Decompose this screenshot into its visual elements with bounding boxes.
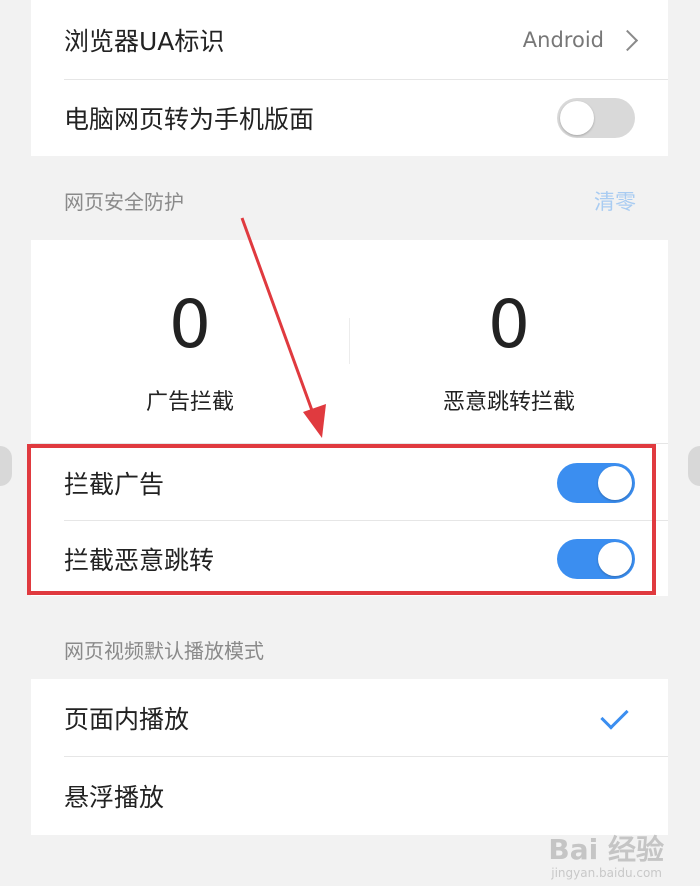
- left-edge-handle: [0, 446, 12, 486]
- baidu-watermark: Bai 经验: [548, 833, 664, 866]
- baidu-watermark-url: jingyan.baidu.com: [551, 866, 662, 880]
- video-section-title: 网页视频默认播放模式: [64, 639, 264, 663]
- video-mode-card: 页面内播放 悬浮播放: [31, 679, 668, 835]
- video-option-inline[interactable]: 页面内播放: [31, 679, 668, 757]
- video-option-floating-label: 悬浮播放: [64, 783, 165, 812]
- video-option-inline-label: 页面内播放: [64, 705, 190, 734]
- right-edge-handle: [688, 446, 700, 486]
- video-option-floating[interactable]: 悬浮播放: [31, 757, 668, 835]
- check-icon: [600, 700, 629, 730]
